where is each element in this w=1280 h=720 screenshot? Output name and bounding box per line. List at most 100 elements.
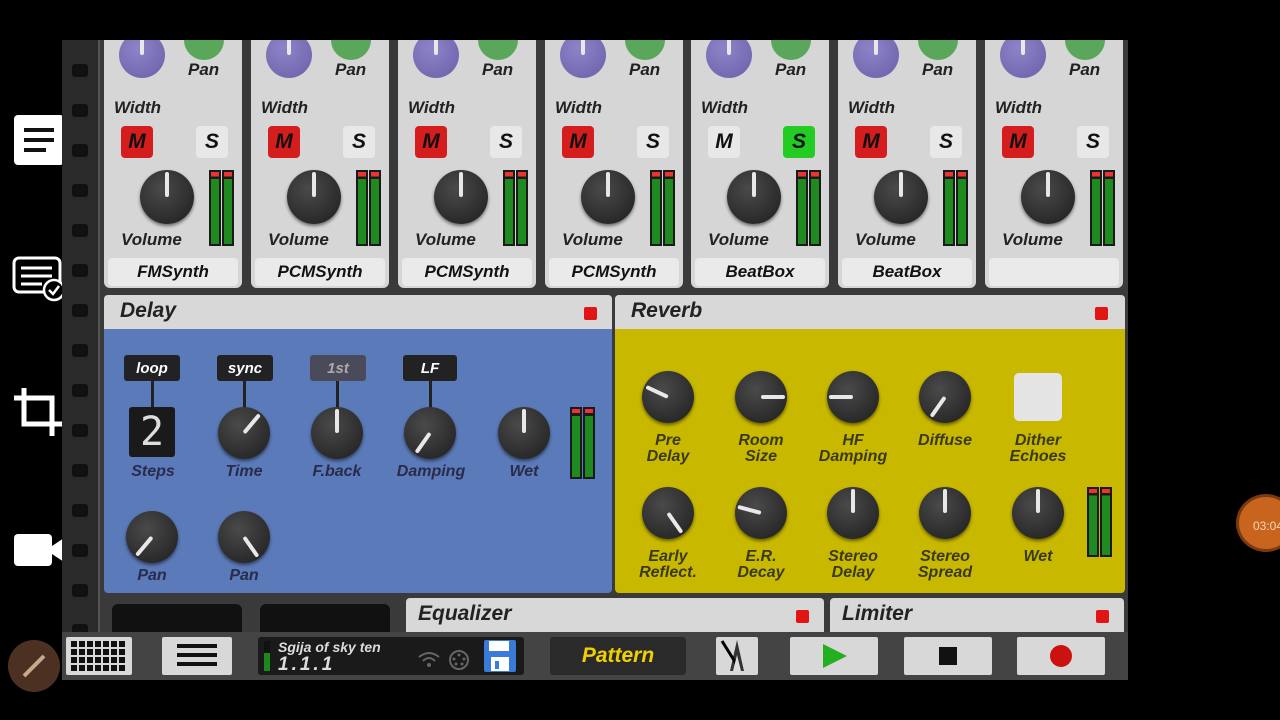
level-meter-right [1103, 170, 1115, 246]
song-info-display[interactable]: Sgija of sky ten 1.1.1 [258, 637, 524, 675]
damping-knob[interactable] [404, 407, 456, 459]
first-toggle[interactable]: 1st [310, 355, 366, 381]
steps-display[interactable]: 2 [129, 407, 175, 457]
stereo-delay-knob[interactable] [827, 487, 879, 539]
metronome-button[interactable] [716, 637, 758, 675]
record-video-button[interactable] [12, 530, 66, 570]
width-knob[interactable] [853, 40, 899, 78]
crop-button[interactable] [12, 386, 66, 438]
pan-knob[interactable] [625, 40, 665, 60]
volume-knob[interactable] [581, 170, 635, 224]
channel-name[interactable]: BeatBox [695, 258, 825, 286]
width-knob[interactable] [119, 40, 165, 78]
level-meter-left [209, 170, 221, 246]
width-knob[interactable] [266, 40, 312, 78]
channel-name[interactable]: PCMSynth [255, 258, 385, 286]
film-hole [72, 64, 88, 77]
solo-button[interactable]: S [343, 126, 375, 158]
grid-icon [71, 641, 125, 671]
brush-icon [22, 654, 46, 678]
pattern-button[interactable]: Pattern [550, 637, 686, 675]
channel-name[interactable]: FMSynth [108, 258, 238, 286]
pen-tool-button[interactable] [8, 640, 60, 692]
mute-button[interactable]: M [415, 126, 447, 158]
pan-knob[interactable] [331, 40, 371, 60]
width-knob[interactable] [560, 40, 606, 78]
er-decay-knob[interactable] [735, 487, 787, 539]
width-label: Width [408, 98, 456, 117]
pan-label: Pan [922, 60, 954, 79]
recording-timer-bubble[interactable]: 03:04 [1236, 494, 1280, 552]
solo-button[interactable]: S [1077, 126, 1109, 158]
solo-button[interactable]: S [196, 126, 228, 158]
task-list-button[interactable] [12, 256, 66, 302]
film-strip-scroller[interactable] [62, 40, 100, 637]
mute-button[interactable]: M [268, 126, 300, 158]
film-hole [72, 504, 88, 517]
mixer-channel-strip: Pan Width M S Volume PCMSynth [545, 40, 683, 288]
channel-name[interactable]: PCMSynth [549, 258, 679, 286]
equalizer-enable-button[interactable] [796, 610, 809, 623]
volume-knob[interactable] [140, 170, 194, 224]
save-floppy-icon[interactable] [483, 639, 517, 673]
volume-knob[interactable] [434, 170, 488, 224]
feedback-knob[interactable] [311, 407, 363, 459]
pan-knob[interactable] [184, 40, 224, 60]
menu-button[interactable] [12, 114, 66, 166]
room-size-knob[interactable] [735, 371, 787, 423]
dither-echoes-label: Dither Echoes [1009, 432, 1067, 465]
delay-wet-knob[interactable] [498, 407, 550, 459]
solo-button[interactable]: S [637, 126, 669, 158]
hamburger-icon [177, 644, 217, 666]
pan-knob[interactable] [478, 40, 518, 60]
time-knob[interactable] [218, 407, 270, 459]
mute-button[interactable]: M [121, 126, 153, 158]
volume-knob[interactable] [287, 170, 341, 224]
pan-knob-2[interactable] [218, 511, 270, 563]
mute-button[interactable]: M [708, 126, 740, 158]
delay-enable-button[interactable] [584, 307, 597, 320]
solo-button[interactable]: S [930, 126, 962, 158]
volume-knob[interactable] [727, 170, 781, 224]
reverb-wet-knob[interactable] [1012, 487, 1064, 539]
song-position: 1.1.1 [278, 654, 336, 675]
pan-knob[interactable] [918, 40, 958, 60]
volume-knob[interactable] [1021, 170, 1075, 224]
play-button[interactable] [790, 637, 878, 675]
solo-button[interactable]: S [783, 126, 815, 158]
hf-damping-knob[interactable] [827, 371, 879, 423]
stop-button[interactable] [904, 637, 992, 675]
pre-delay-knob[interactable] [642, 371, 694, 423]
channel-name[interactable]: PCMSynth [402, 258, 532, 286]
dither-echoes-toggle[interactable] [1014, 373, 1062, 421]
width-knob[interactable] [413, 40, 459, 78]
pan-knob[interactable] [1065, 40, 1105, 60]
main-menu-button[interactable] [162, 637, 232, 675]
width-knob[interactable] [1000, 40, 1046, 78]
record-button[interactable] [1017, 637, 1105, 675]
lf-stem [429, 379, 432, 409]
mute-button[interactable]: M [855, 126, 887, 158]
play-icon [823, 644, 847, 668]
stereo-spread-knob[interactable] [919, 487, 971, 539]
reverb-enable-button[interactable] [1095, 307, 1108, 320]
pan-knob[interactable] [771, 40, 811, 60]
film-hole [72, 464, 88, 477]
lf-toggle[interactable]: LF [403, 355, 457, 381]
reverb-meter-right [1100, 487, 1112, 557]
reverb-wet-label: Wet [1023, 548, 1053, 565]
solo-button[interactable]: S [490, 126, 522, 158]
diffuse-knob[interactable] [919, 371, 971, 423]
mute-button[interactable]: M [1002, 126, 1034, 158]
channel-name[interactable] [989, 258, 1119, 286]
loop-toggle[interactable]: loop [124, 355, 180, 381]
pan-knob-1[interactable] [126, 511, 178, 563]
mute-button[interactable]: M [562, 126, 594, 158]
width-knob[interactable] [706, 40, 752, 78]
sync-toggle[interactable]: sync [217, 355, 273, 381]
limiter-enable-button[interactable] [1096, 610, 1109, 623]
channel-name[interactable]: BeatBox [842, 258, 972, 286]
grid-view-button[interactable] [66, 637, 132, 675]
early-reflect-knob[interactable] [642, 487, 694, 539]
volume-knob[interactable] [874, 170, 928, 224]
